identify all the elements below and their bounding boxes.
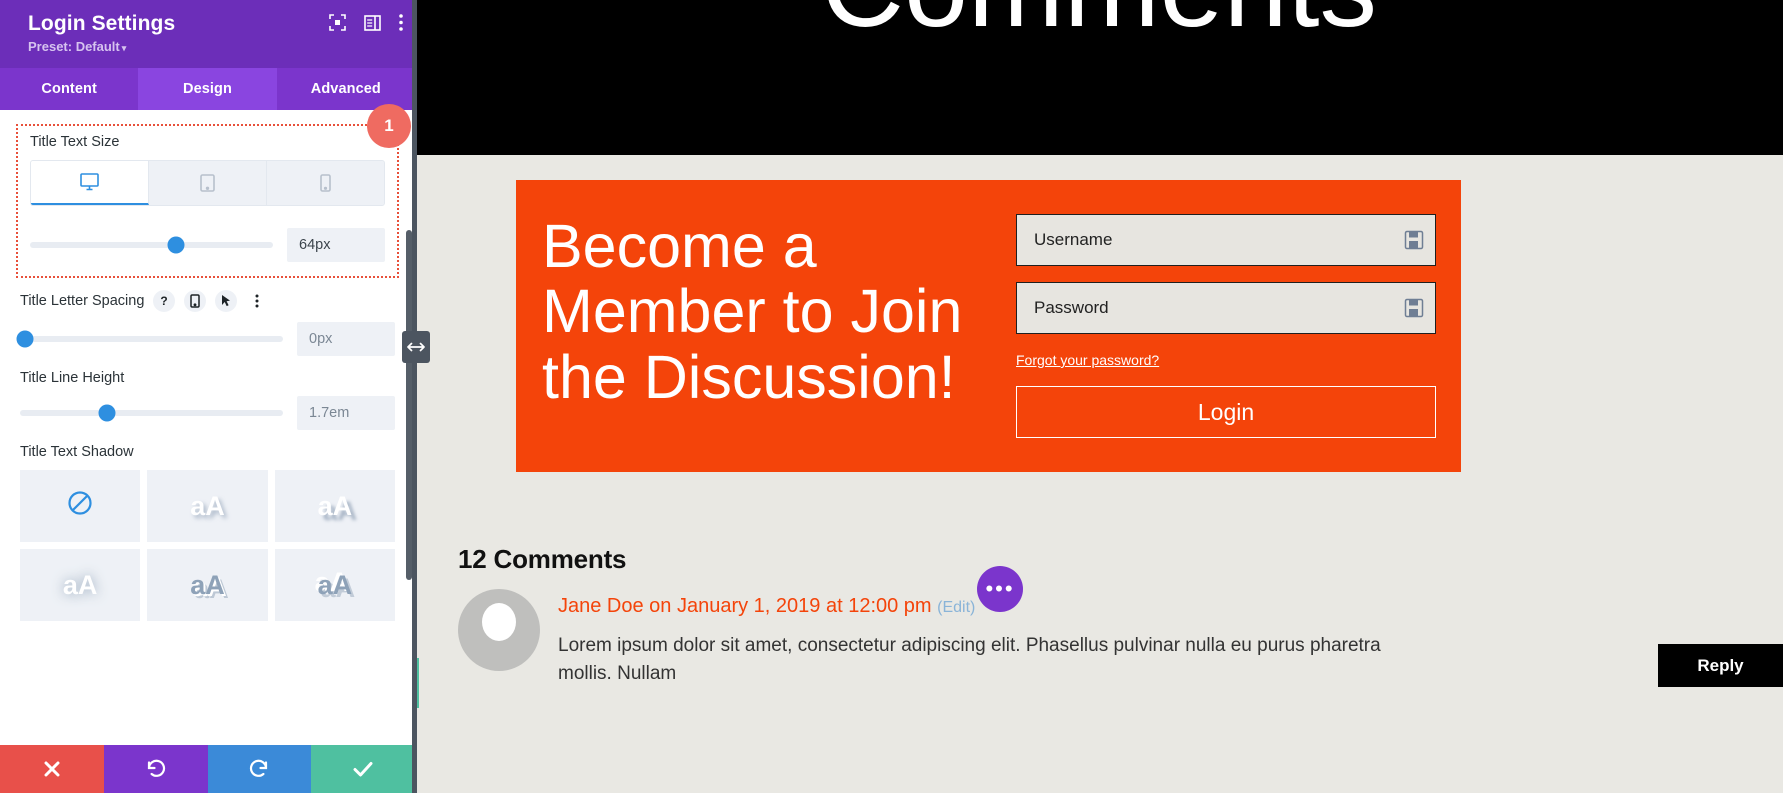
svg-text:?: ? bbox=[161, 294, 168, 308]
hero-title: Comments bbox=[415, 0, 1783, 45]
comments-section: 12 Comments ••• Jane Doe on January 1, 2… bbox=[458, 544, 1783, 688]
undo-button[interactable] bbox=[103, 745, 208, 793]
panel-scroll-area: Title Text Size 64px Title Letter Spacin… bbox=[0, 110, 415, 645]
login-module-form: Username Password Forgot your password? … bbox=[1016, 214, 1461, 438]
page-preview: Comments Become a Member to Join the Dis… bbox=[415, 0, 1783, 793]
password-placeholder: Password bbox=[1034, 298, 1109, 317]
save-button[interactable] bbox=[311, 745, 415, 793]
module-settings-panel: Login Settings Preset: Default ▾ Content… bbox=[0, 0, 415, 793]
panel-body: Title Text Size 64px Title Letter Spacin… bbox=[0, 110, 415, 745]
text-shadow-preset-5[interactable]: aA bbox=[274, 549, 395, 621]
text-shadow-preset-4[interactable]: aA bbox=[147, 549, 268, 621]
layout-panel-icon[interactable] bbox=[364, 14, 381, 31]
text-shadow-preset-2[interactable]: aA bbox=[274, 470, 395, 542]
panel-resize-rail[interactable] bbox=[412, 0, 417, 793]
text-shadow-preset-none[interactable] bbox=[20, 470, 141, 542]
panel-header: Login Settings Preset: Default ▾ bbox=[0, 0, 415, 68]
title-letter-spacing-value[interactable]: 0px bbox=[297, 322, 395, 356]
no-shadow-icon bbox=[67, 490, 93, 523]
text-shadow-preset-3[interactable]: aA bbox=[20, 549, 141, 621]
save-credentials-icon[interactable] bbox=[1404, 230, 1424, 250]
redo-button[interactable] bbox=[207, 745, 312, 793]
slider-knob[interactable] bbox=[16, 330, 34, 348]
option-title-letter-spacing: Title Letter Spacing ? 0px bbox=[16, 290, 395, 356]
panel-tabs: Content Design Advanced bbox=[0, 68, 415, 110]
avatar bbox=[458, 589, 540, 671]
preset-label: Preset: Default bbox=[28, 39, 120, 54]
forgot-password-link[interactable]: Forgot your password? bbox=[1016, 352, 1159, 368]
hero-section: Comments bbox=[415, 0, 1783, 155]
tab-content[interactable]: Content bbox=[0, 68, 138, 110]
option-title-line-height: Title Line Height 1.7em bbox=[20, 370, 395, 430]
chevron-down-icon: ▾ bbox=[121, 43, 127, 53]
option-title-text-shadow: Title Text Shadow aA aA aA aA aA bbox=[20, 444, 395, 621]
comment-options-fab[interactable]: ••• bbox=[977, 566, 1023, 612]
password-input[interactable]: Password bbox=[1016, 282, 1436, 334]
responsive-icon[interactable] bbox=[184, 290, 207, 312]
username-placeholder: Username bbox=[1034, 230, 1113, 249]
tab-design[interactable]: Design bbox=[138, 68, 277, 110]
slider-knob[interactable] bbox=[98, 404, 116, 422]
panel-footer bbox=[0, 745, 415, 793]
title-letter-spacing-label: Title Letter Spacing bbox=[20, 293, 145, 309]
title-text-size-value[interactable]: 64px bbox=[287, 228, 385, 262]
comment-text: Lorem ipsum dolor sit amet, consectetur … bbox=[558, 635, 1381, 684]
login-module-left: Become a Member to Join the Discussion! bbox=[516, 212, 1016, 438]
title-text-shadow-label: Title Text Shadow bbox=[20, 444, 134, 460]
hover-cursor-icon[interactable] bbox=[215, 290, 238, 312]
text-shadow-preset-1[interactable]: aA bbox=[147, 470, 268, 542]
login-module-heading: Become a Member to Join the Discussion! bbox=[542, 212, 963, 411]
kebab-menu-icon[interactable] bbox=[246, 290, 268, 312]
option-title-text-size: Title Text Size 64px bbox=[16, 124, 399, 278]
comment-author-date: Jane Doe on January 1, 2019 at 12:00 pm bbox=[558, 595, 932, 617]
fullscreen-icon[interactable] bbox=[329, 14, 346, 31]
device-desktop-button[interactable] bbox=[31, 161, 149, 205]
login-submit-button[interactable]: Login bbox=[1016, 386, 1436, 438]
panel-header-icons bbox=[329, 14, 403, 31]
step-badge: 1 bbox=[367, 104, 411, 148]
save-credentials-icon[interactable] bbox=[1404, 298, 1424, 318]
title-letter-spacing-slider[interactable] bbox=[16, 330, 283, 348]
device-tablet-button[interactable] bbox=[149, 161, 267, 205]
comment-edit-link[interactable]: (Edit) bbox=[937, 599, 975, 616]
title-line-height-slider[interactable] bbox=[20, 404, 283, 422]
help-icon[interactable]: ? bbox=[153, 290, 176, 312]
title-text-size-slider-row: 64px bbox=[30, 228, 385, 262]
comments-count: 12 Comments bbox=[458, 544, 627, 574]
device-toggle-group bbox=[30, 160, 385, 206]
kebab-menu-icon[interactable] bbox=[399, 14, 403, 31]
login-module: Become a Member to Join the Discussion! … bbox=[516, 180, 1461, 472]
username-input[interactable]: Username bbox=[1016, 214, 1436, 266]
title-text-size-slider[interactable] bbox=[30, 236, 273, 254]
title-line-height-label: Title Line Height bbox=[20, 370, 125, 386]
panel-resize-handle[interactable] bbox=[402, 331, 430, 363]
title-line-height-value[interactable]: 1.7em bbox=[297, 396, 395, 430]
title-text-size-label: Title Text Size bbox=[30, 134, 120, 150]
device-phone-button[interactable] bbox=[267, 161, 384, 205]
comment-item: Jane Doe on January 1, 2019 at 12:00 pm … bbox=[458, 589, 1783, 687]
slider-knob[interactable] bbox=[167, 236, 185, 254]
reply-button[interactable]: Reply bbox=[1658, 644, 1783, 688]
text-shadow-preset-grid: aA aA aA aA aA bbox=[20, 470, 395, 621]
cancel-button[interactable] bbox=[0, 745, 104, 793]
preset-selector[interactable]: Preset: Default ▾ bbox=[28, 38, 399, 57]
